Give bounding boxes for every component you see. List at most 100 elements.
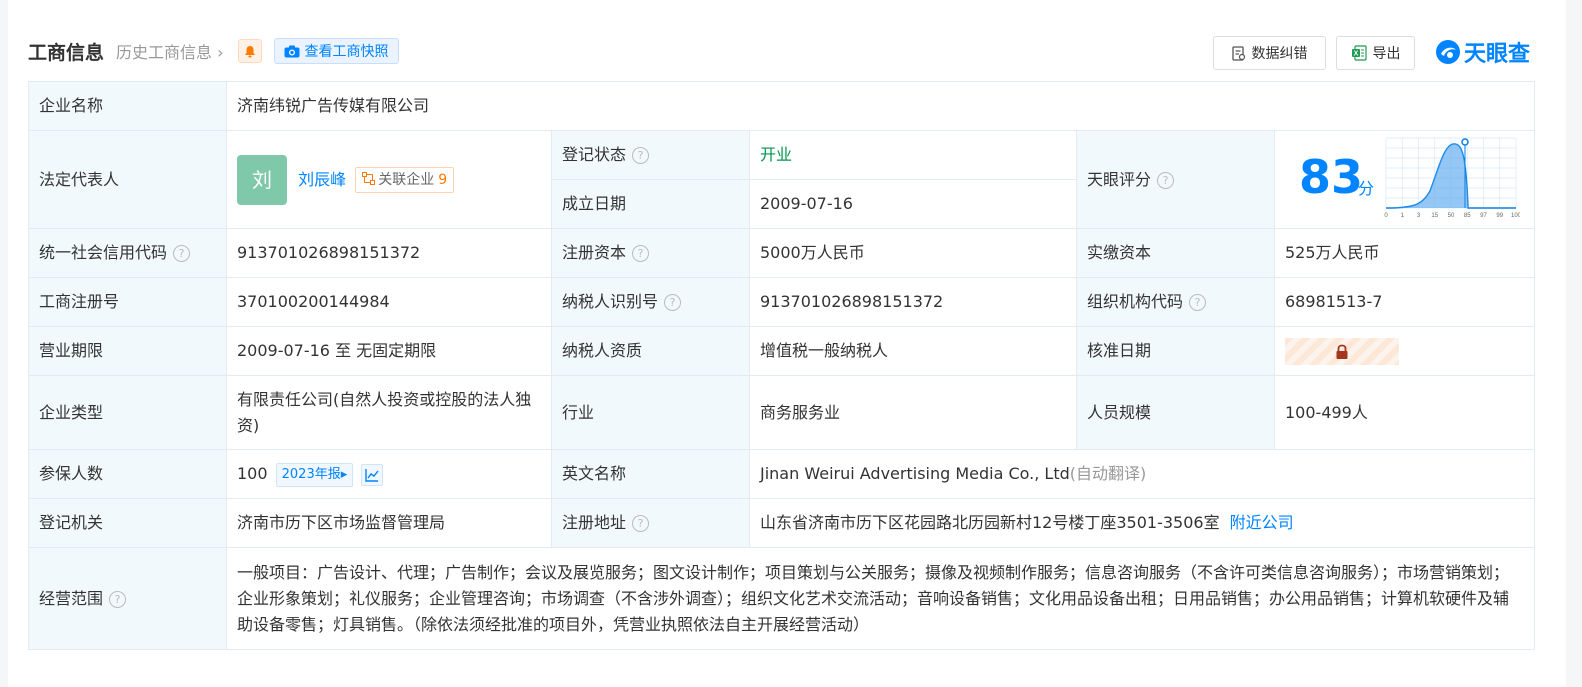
help-icon[interactable]: ? bbox=[1189, 294, 1207, 311]
org-code: 68981513-7 bbox=[1285, 292, 1383, 311]
table-row: 企业名称 济南纬锐广告传媒有限公司 bbox=[28, 81, 1536, 131]
related-count: 9 bbox=[438, 171, 448, 188]
field-value: 济南纬锐广告传媒有限公司 bbox=[225, 81, 1536, 131]
status-value: 开业 bbox=[760, 145, 793, 164]
table-row: 工商注册号 370100200144984 纳税人识别号? 9137010268… bbox=[28, 277, 1536, 327]
trend-chart-button[interactable] bbox=[361, 463, 384, 486]
help-icon[interactable]: ? bbox=[1157, 171, 1175, 189]
field-label: 行业 bbox=[551, 375, 750, 450]
related-companies-button[interactable]: 关联企业 9 bbox=[355, 166, 455, 193]
field-label: 经营范围? bbox=[28, 547, 227, 650]
english-name: Jinan Weirui Advertising Media Co., Ltd bbox=[760, 464, 1070, 483]
company-name: 济南纬锐广告传媒有限公司 bbox=[237, 96, 430, 115]
field-label: 核准日期 bbox=[1076, 326, 1275, 376]
address-label: 注册地址 bbox=[562, 513, 627, 532]
reg-number-label: 工商注册号 bbox=[39, 292, 120, 311]
help-icon[interactable]: ? bbox=[664, 294, 682, 311]
reg-capital-label: 注册资本 bbox=[562, 243, 627, 262]
axis-tick-label: 50 bbox=[1448, 213, 1455, 219]
company-info-card: 工商信息 历史工商信息 › 查看工商快照 数据纠错 X 导出 天眼查 企业名称 … bbox=[8, 0, 1566, 687]
staff-label: 人员规模 bbox=[1087, 402, 1152, 422]
history-link-label: 历史工商信息 bbox=[116, 43, 213, 62]
axis-tick-label: 0 bbox=[1384, 213, 1388, 219]
insured-label: 参保人数 bbox=[39, 464, 104, 483]
field-label: 成立日期 bbox=[551, 179, 750, 229]
auto-translate-note: (自动翻译) bbox=[1069, 464, 1147, 483]
field-value: 913701026898151372 bbox=[749, 277, 1077, 327]
help-icon[interactable]: ? bbox=[109, 590, 127, 608]
bell-icon bbox=[244, 45, 255, 57]
axis-tick-label: 100 bbox=[1511, 213, 1520, 219]
help-icon[interactable]: ? bbox=[173, 245, 191, 262]
org-code-label: 组织机构代码 bbox=[1087, 292, 1184, 311]
legal-rep-label: 法定代表人 bbox=[39, 169, 120, 189]
field-value: 2009-07-16 bbox=[749, 179, 1077, 229]
taxpayer-id: 913701026898151372 bbox=[760, 292, 944, 311]
field-value: 商务服务业 bbox=[749, 375, 1077, 450]
history-link[interactable]: 历史工商信息 › bbox=[116, 39, 224, 63]
reg-capital: 5000万人民币 bbox=[760, 243, 865, 262]
score-label: 天眼评分 bbox=[1087, 169, 1152, 189]
related-label: 关联企业 bbox=[378, 171, 435, 188]
monitor-bell-button[interactable] bbox=[237, 39, 262, 63]
field-value: 济南市历下区市场监督管理局 bbox=[226, 498, 552, 548]
score-distribution-chart: 0 1 3 15 50 85 97 99 100 bbox=[1384, 137, 1520, 219]
legal-rep-link[interactable]: 刘辰峰 bbox=[298, 170, 346, 189]
export-button[interactable]: X 导出 bbox=[1336, 36, 1415, 70]
field-label: 登记机关 bbox=[28, 498, 227, 548]
industry-label: 行业 bbox=[562, 402, 595, 422]
help-icon[interactable]: ? bbox=[632, 245, 650, 262]
help-icon[interactable]: ? bbox=[632, 147, 650, 164]
company-type: 有限责任公司(自然人投资或控股的法人独资) bbox=[237, 389, 532, 435]
table-row: 企业类型 有限责任公司(自然人投资或控股的法人独资) 行业 商务服务业 人员规模… bbox=[28, 375, 1536, 450]
company-name-label: 企业名称 bbox=[39, 96, 104, 115]
network-icon bbox=[362, 171, 376, 185]
snapshot-button[interactable]: 查看工商快照 bbox=[273, 38, 399, 64]
field-value: 山东省济南市历下区花园路北历园新村12号楼丁座3501-3506室 附近公司 bbox=[748, 498, 1536, 548]
nearby-companies-link[interactable]: 附近公司 bbox=[1230, 513, 1294, 532]
camera-icon bbox=[284, 45, 300, 57]
reg-address: 山东省济南市历下区花园路北历园新村12号楼丁座3501-3506室 bbox=[760, 513, 1220, 532]
distribution-area bbox=[1386, 144, 1468, 208]
credit-code-label: 统一社会信用代码 bbox=[39, 243, 168, 262]
field-label: 工商注册号 bbox=[28, 277, 227, 327]
taxpayer-qual-label: 纳税人资质 bbox=[562, 341, 643, 360]
axis-tick-label: 15 bbox=[1431, 213, 1438, 219]
table-row: 统一社会信用代码? 913701026898151372 注册资本? 5000万… bbox=[28, 228, 1536, 278]
axis-tick-label: 1 bbox=[1401, 213, 1405, 219]
axis-tick-label: 99 bbox=[1496, 213, 1503, 219]
field-value: 刘 刘辰峰 关联企业 9 bbox=[226, 130, 552, 229]
field-value: 5000万人民币 bbox=[749, 228, 1077, 278]
chevron-right-icon: › bbox=[212, 43, 224, 62]
established-label: 成立日期 bbox=[562, 194, 627, 213]
svg-text:X: X bbox=[1353, 51, 1358, 58]
reg-number: 370100200144984 bbox=[237, 292, 390, 311]
section-title: 工商信息 bbox=[28, 41, 105, 64]
field-label: 企业名称 bbox=[28, 81, 227, 131]
field-label: 实缴资本 bbox=[1076, 228, 1275, 278]
scope-label: 经营范围 bbox=[39, 588, 104, 608]
score-marker-dot bbox=[1461, 138, 1469, 146]
brand-name: 天眼查 bbox=[1464, 42, 1531, 67]
field-value bbox=[1273, 326, 1536, 376]
annual-report-button[interactable]: 2023年报▸ bbox=[275, 462, 354, 487]
established-date: 2009-07-16 bbox=[760, 194, 853, 213]
field-label: 登记状态? bbox=[551, 130, 750, 180]
field-label: 法定代表人 bbox=[28, 130, 227, 229]
lock-icon bbox=[1336, 344, 1348, 359]
brand-logo[interactable]: 天眼查 bbox=[1435, 38, 1531, 67]
insured-count: 100 bbox=[237, 464, 268, 483]
industry: 商务服务业 bbox=[760, 402, 841, 422]
table-row: 参保人数 100 2023年报▸ 英文名称 Jinan Weirui Adver… bbox=[28, 449, 1536, 499]
data-correction-button[interactable]: 数据纠错 bbox=[1213, 36, 1326, 70]
field-value: 370100200144984 bbox=[226, 277, 552, 327]
field-label: 注册资本? bbox=[551, 228, 750, 278]
field-label: 纳税人识别号? bbox=[551, 277, 750, 327]
edit-document-icon bbox=[1231, 45, 1245, 61]
field-value: 913701026898151372 bbox=[226, 228, 552, 278]
locked-value[interactable] bbox=[1285, 337, 1399, 365]
field-label: 天眼评分? bbox=[1076, 130, 1275, 229]
help-icon[interactable]: ? bbox=[632, 515, 650, 532]
field-value: 100 2023年报▸ bbox=[226, 449, 552, 499]
avatar[interactable]: 刘 bbox=[237, 154, 287, 205]
